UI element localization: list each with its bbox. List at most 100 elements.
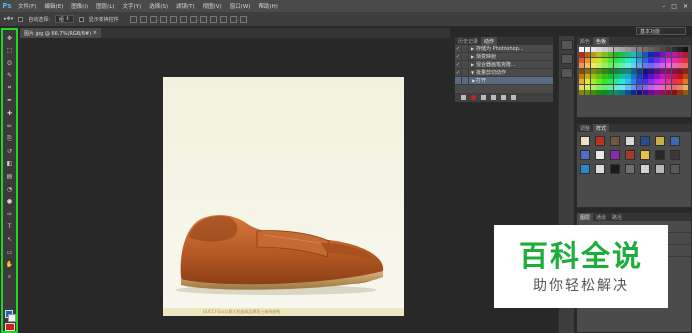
color-swatch[interactable] bbox=[596, 52, 602, 58]
style-preset-swatch[interactable] bbox=[580, 136, 590, 146]
color-swatch[interactable] bbox=[619, 90, 625, 96]
action-row[interactable]: ✓ ▼ 批量剪切动作 bbox=[455, 69, 553, 77]
action-row[interactable]: ✓ ▶ 存储为 Photoshop... bbox=[455, 45, 553, 53]
style-grid[interactable] bbox=[577, 132, 691, 178]
swatch-grid[interactable] bbox=[577, 45, 691, 97]
color-swatch[interactable] bbox=[636, 90, 643, 96]
expand-triangle-icon[interactable]: ▶ bbox=[469, 46, 476, 51]
color-swatch[interactable] bbox=[607, 57, 614, 63]
color-swatch[interactable] bbox=[584, 52, 591, 58]
color-swatch[interactable] bbox=[625, 57, 631, 63]
color-swatch[interactable] bbox=[636, 47, 643, 52]
color-swatch[interactable] bbox=[677, 57, 683, 63]
style-preset-swatch[interactable] bbox=[580, 164, 590, 174]
color-swatch[interactable] bbox=[648, 84, 654, 90]
brush-icon[interactable]: ✏ bbox=[3, 121, 16, 131]
color-swatch[interactable] bbox=[625, 84, 631, 90]
color-swatch[interactable] bbox=[659, 84, 666, 90]
workspace-select[interactable]: 基本功能 bbox=[636, 27, 686, 35]
color-swatch[interactable] bbox=[602, 47, 608, 52]
align-center-icon[interactable] bbox=[169, 15, 177, 23]
color-swatch[interactable] bbox=[631, 47, 637, 52]
color-swatch[interactable] bbox=[579, 79, 585, 85]
color-swatch[interactable] bbox=[654, 57, 660, 63]
type-icon[interactable]: T bbox=[3, 222, 16, 232]
color-swatch[interactable] bbox=[590, 52, 596, 58]
color-swatch[interactable] bbox=[659, 90, 666, 96]
color-swatch[interactable] bbox=[636, 84, 643, 90]
color-swatch[interactable] bbox=[683, 47, 689, 52]
color-swatch[interactable] bbox=[648, 47, 654, 52]
style-preset-swatch[interactable] bbox=[640, 150, 650, 160]
color-swatch[interactable] bbox=[659, 73, 666, 79]
style-preset-swatch[interactable] bbox=[640, 164, 650, 174]
style-preset-swatch[interactable] bbox=[625, 150, 635, 160]
menu-type[interactable]: 文字(Y) bbox=[119, 2, 146, 10]
color-swatch[interactable] bbox=[665, 63, 672, 69]
color-swatch[interactable] bbox=[631, 68, 637, 74]
color-swatch[interactable] bbox=[590, 47, 596, 52]
check-icon[interactable]: ✓ bbox=[455, 61, 462, 68]
color-swatch[interactable] bbox=[636, 63, 643, 69]
color-swatch[interactable] bbox=[613, 68, 620, 74]
color-swatch[interactable] bbox=[602, 68, 608, 74]
color-swatch[interactable] bbox=[665, 84, 672, 90]
color-swatch[interactable] bbox=[654, 73, 660, 79]
color-swatch[interactable] bbox=[625, 47, 631, 52]
color-swatch[interactable] bbox=[596, 47, 602, 52]
style-preset-swatch[interactable] bbox=[670, 136, 680, 146]
crop-icon[interactable]: ⌗ bbox=[3, 83, 16, 93]
menu-edit[interactable]: 编辑(E) bbox=[40, 2, 67, 10]
maximize-button[interactable]: □ bbox=[671, 3, 677, 10]
color-swatch[interactable] bbox=[671, 63, 677, 69]
color-swatch[interactable] bbox=[642, 84, 648, 90]
close-button[interactable]: ✕ bbox=[683, 3, 688, 10]
expand-triangle-icon[interactable]: ▶ bbox=[469, 54, 476, 59]
style-preset-swatch[interactable] bbox=[625, 164, 635, 174]
color-swatch[interactable] bbox=[659, 57, 666, 63]
style-preset-swatch[interactable] bbox=[625, 136, 635, 146]
color-swatch[interactable] bbox=[619, 47, 625, 52]
color-swatch[interactable] bbox=[607, 63, 614, 69]
color-swatch[interactable] bbox=[654, 79, 660, 85]
style-preset-swatch[interactable] bbox=[655, 150, 665, 160]
style-preset-swatch[interactable] bbox=[610, 164, 620, 174]
color-swatch[interactable] bbox=[579, 84, 585, 90]
color-swatch[interactable] bbox=[677, 47, 683, 52]
style-preset-swatch[interactable] bbox=[595, 150, 605, 160]
color-swatch[interactable] bbox=[613, 63, 620, 69]
history-brush-icon[interactable]: ↺ bbox=[3, 146, 16, 156]
color-swatch[interactable] bbox=[613, 73, 620, 79]
collapse-triangle-icon[interactable]: ▼ bbox=[469, 70, 476, 75]
color-swatch[interactable] bbox=[648, 68, 654, 74]
color-swatch[interactable] bbox=[584, 84, 591, 90]
dialog-toggle-icon[interactable] bbox=[462, 77, 469, 84]
color-swatch[interactable] bbox=[631, 63, 637, 69]
color-swatch[interactable] bbox=[584, 68, 591, 74]
color-swatch[interactable] bbox=[590, 68, 596, 74]
marquee-icon[interactable]: ⬚ bbox=[3, 46, 16, 56]
color-swatch[interactable] bbox=[677, 63, 683, 69]
color-swatch[interactable] bbox=[607, 52, 614, 58]
color-swatch[interactable] bbox=[648, 52, 654, 58]
color-swatch[interactable] bbox=[625, 79, 631, 85]
expand-triangle-icon[interactable]: ▶ bbox=[469, 62, 476, 67]
color-swatch[interactable] bbox=[631, 79, 637, 85]
color-swatch[interactable] bbox=[659, 68, 666, 74]
color-swatch[interactable] bbox=[636, 68, 643, 74]
dialog-toggle-icon[interactable] bbox=[462, 61, 469, 68]
color-swatch[interactable] bbox=[625, 63, 631, 69]
color-swatch[interactable] bbox=[607, 84, 614, 90]
color-swatch[interactable] bbox=[683, 57, 689, 63]
color-swatch[interactable] bbox=[619, 84, 625, 90]
color-swatch[interactable] bbox=[584, 73, 591, 79]
tab-adjustments[interactable]: 调整 bbox=[577, 124, 593, 132]
color-swatch[interactable] bbox=[596, 79, 602, 85]
color-swatch[interactable] bbox=[665, 79, 672, 85]
move-icon[interactable]: ✥ bbox=[3, 33, 16, 43]
tab-layers[interactable]: 图层 bbox=[577, 213, 594, 221]
history-panel-icon[interactable] bbox=[560, 40, 573, 50]
color-swatch[interactable] bbox=[671, 73, 677, 79]
distribute-center-icon[interactable] bbox=[229, 15, 237, 23]
color-swatch[interactable] bbox=[654, 63, 660, 69]
